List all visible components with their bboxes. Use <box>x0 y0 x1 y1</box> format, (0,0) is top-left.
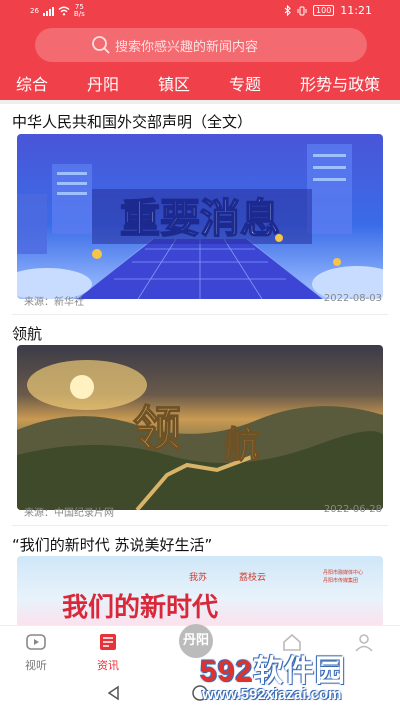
video-icon <box>26 634 46 650</box>
news-icon <box>100 634 116 650</box>
news-item[interactable]: 中华人民共和国外交部声明（全文） 重要消息 来源：新华社 2022-08-03 <box>0 104 400 314</box>
news-thumbnail: 重要消息 <box>17 134 383 299</box>
nav-news[interactable]: 资讯 <box>88 632 128 673</box>
great-wall-banner: 领 航 <box>17 360 383 510</box>
app-header: 26 75 B/s 100 11:21 搜索你感兴趣的新闻内容 综合 丹阳 镇区… <box>0 0 400 103</box>
watermark-url: www.592xiazai.com <box>202 686 342 703</box>
news-item[interactable]: “我们的新时代 苏说美好生活” 我苏 荔枝云 丹阳市融媒体中心 丹阳市传媒集团 … <box>0 526 400 628</box>
tab-comprehensive[interactable]: 综合 <box>0 72 61 103</box>
battery-icon: 100 <box>313 5 335 16</box>
status-bar: 26 75 B/s 100 11:21 <box>0 0 400 22</box>
back-icon[interactable] <box>106 685 122 701</box>
search-icon <box>92 36 110 54</box>
clock: 11:21 <box>340 4 372 17</box>
svg-text:航: 航 <box>224 424 260 466</box>
vibrate-icon <box>297 6 307 15</box>
tab-danyang[interactable]: 丹阳 <box>71 72 119 100</box>
news-thumbnail: 我苏 荔枝云 丹阳市融媒体中心 丹阳市传媒集团 我们的新时代 <box>17 556 383 628</box>
news-source: 来源：中国纪录片网 <box>24 508 114 519</box>
tab-towns[interactable]: 镇区 <box>142 72 190 100</box>
svg-text:丹阳市融媒体中心: 丹阳市融媒体中心 <box>323 569 363 576</box>
news-source: 来源：新华社 <box>24 297 84 308</box>
wifi-icon <box>58 6 70 16</box>
new-era-banner: 我苏 荔枝云 丹阳市融媒体中心 丹阳市传媒集团 我们的新时代 <box>62 569 363 623</box>
news-item[interactable]: 领航 领 航 来源：中国纪录片网 2022-06-28 <box>0 315 400 525</box>
tab-policy[interactable]: 形势与政策 <box>284 72 380 100</box>
svg-text:荔枝云: 荔枝云 <box>239 571 266 583</box>
category-tabs: 综合 丹阳 镇区 专题 形势与政策 <box>0 72 400 103</box>
svg-text:我苏: 我苏 <box>189 571 207 583</box>
svg-text:我们的新时代: 我们的新时代 <box>62 592 218 623</box>
watermark-brand: 592软件园 <box>200 655 347 688</box>
news-title: 中华人民共和国外交部声明（全文） <box>12 113 253 131</box>
search-placeholder: 搜索你感兴趣的新闻内容 <box>115 39 259 55</box>
important-news-banner: 重要消息 <box>17 144 383 299</box>
news-meta: 来源：新华社 2022-08-03 <box>24 293 390 308</box>
svg-text:丹阳市传媒集团: 丹阳市传媒集团 <box>323 577 358 584</box>
signal-icon <box>42 6 54 16</box>
nav-video[interactable]: 视听 <box>16 632 56 673</box>
net-speed: 75 B/s <box>73 3 85 18</box>
bluetooth-icon <box>284 5 291 16</box>
tab-topics[interactable]: 专题 <box>213 72 261 100</box>
news-title: 领航 <box>12 325 43 343</box>
news-date: 2022-08-03 <box>323 293 382 304</box>
network-type: 26 <box>30 7 39 15</box>
site-watermark: 592软件园 www.592xiazai.com <box>170 620 400 711</box>
svg-text:领: 领 <box>133 401 181 457</box>
news-thumbnail: 领 航 <box>17 345 383 510</box>
news-date: 2022-06-28 <box>323 504 382 515</box>
svg-text:重要消息: 重要消息 <box>120 196 280 242</box>
news-title: “我们的新时代 苏说美好生活” <box>12 536 213 554</box>
search-bar[interactable]: 搜索你感兴趣的新闻内容 <box>35 28 367 62</box>
news-meta: 来源：中国纪录片网 2022-06-28 <box>24 504 390 519</box>
